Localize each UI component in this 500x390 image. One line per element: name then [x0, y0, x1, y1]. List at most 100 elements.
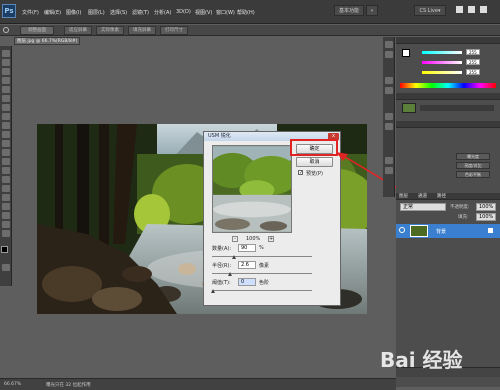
tab-channels[interactable]: 通道 — [418, 193, 427, 200]
gradient-tool-icon[interactable] — [2, 149, 10, 156]
healing-tool-icon[interactable] — [2, 104, 10, 111]
actions-panel-icon[interactable] — [385, 51, 393, 58]
zoom-out-button[interactable]: - — [232, 236, 238, 242]
blue-slider[interactable] — [422, 71, 462, 74]
masks-panel-header[interactable] — [396, 121, 500, 128]
preview-checkbox[interactable]: ✓ — [298, 170, 303, 176]
close-icon[interactable] — [480, 6, 487, 13]
dialog-preview-image[interactable] — [212, 145, 292, 233]
exposure-button[interactable]: 曝光度 — [456, 153, 490, 160]
history-panel-icon[interactable] — [385, 41, 393, 48]
crop-tool-icon[interactable] — [2, 86, 10, 93]
workspace-menu-icon[interactable]: » — [366, 5, 378, 16]
red-slider[interactable] — [422, 51, 462, 54]
eraser-tool-icon[interactable] — [2, 140, 10, 147]
eyedropper-tool-icon[interactable] — [2, 95, 10, 102]
menu-select[interactable]: 选择(S) — [110, 9, 127, 16]
foreground-color-swatch[interactable] — [1, 246, 8, 253]
opacity-label: 不透明度: — [450, 205, 470, 210]
color-panel-header[interactable] — [396, 37, 500, 44]
green-slider[interactable] — [422, 61, 462, 64]
menu-3d[interactable]: 3D(D) — [176, 9, 191, 15]
history-brush-tool-icon[interactable] — [2, 131, 10, 138]
zoom-level[interactable]: 66.67% — [4, 382, 21, 387]
menu-filter[interactable]: 滤镜(T) — [132, 9, 149, 16]
dodge-tool-icon[interactable] — [2, 167, 10, 174]
color-balance-button[interactable]: 色彩平衡 — [456, 171, 490, 178]
resize-windows-checkbox[interactable]: 调整画面 — [20, 26, 54, 35]
adjustments-panel-header[interactable] — [396, 93, 500, 100]
pen-tool-icon[interactable] — [2, 176, 10, 183]
preview-checkbox-label: 预览(P) — [306, 171, 323, 177]
red-value-input[interactable]: 255 — [466, 49, 480, 55]
blur-tool-icon[interactable] — [2, 158, 10, 165]
options-bar: 调整画面 适应屏幕 实际像素 填充屏幕 打印尺寸 — [0, 25, 500, 36]
document-tab[interactable]: 图层.jpg @ 66.7%(RGB/8#) — [14, 37, 80, 45]
menu-analysis[interactable]: 分析(A) — [154, 9, 171, 16]
threshold-input[interactable]: 0 — [238, 278, 256, 286]
menu-view[interactable]: 视图(V) — [195, 9, 212, 16]
menu-layer[interactable]: 图层(L) — [88, 9, 105, 16]
zoom-tool-icon[interactable] — [2, 230, 10, 237]
minimize-icon[interactable] — [456, 6, 463, 13]
zoom-in-button[interactable]: + — [268, 236, 274, 242]
tab-paths[interactable]: 路径 — [437, 193, 446, 200]
lasso-tool-icon[interactable] — [2, 68, 10, 75]
blend-mode-select[interactable]: 正常 — [400, 203, 446, 211]
radius-slider[interactable] — [212, 273, 312, 274]
brush-tool-icon[interactable] — [2, 113, 10, 120]
shape-tool-icon[interactable] — [2, 203, 10, 210]
adjustment-preset-row[interactable] — [420, 105, 494, 111]
clone-source-panel-icon[interactable] — [385, 123, 393, 130]
fit-screen-button[interactable]: 适应屏幕 — [64, 26, 92, 35]
color-spectrum-bar[interactable] — [400, 83, 496, 88]
tab-layers[interactable]: 图层 — [399, 193, 408, 200]
type-tool-icon[interactable] — [2, 185, 10, 192]
menu-edit[interactable]: 编辑(E) — [44, 9, 61, 16]
hand-tool-icon[interactable] — [2, 221, 10, 228]
amount-input[interactable]: 90 — [238, 244, 256, 252]
quick-select-tool-icon[interactable] — [2, 77, 10, 84]
color-swatch[interactable] — [402, 49, 410, 57]
brightness-contrast-button[interactable]: 亮度/对比 — [456, 162, 490, 169]
layer-visibility-eye-icon[interactable] — [399, 227, 405, 233]
opacity-input[interactable]: 100% — [476, 203, 496, 211]
cancel-button[interactable]: 取消 — [296, 157, 333, 167]
amount-label: 数量(A): — [212, 246, 232, 252]
maximize-icon[interactable] — [468, 6, 475, 13]
layer-row-background[interactable]: 背景 — [396, 224, 500, 238]
green-value-input[interactable]: 255 — [466, 59, 480, 65]
threshold-slider[interactable] — [212, 290, 312, 291]
fill-input[interactable]: 100% — [476, 213, 496, 221]
stamp-tool-icon[interactable] — [2, 122, 10, 129]
radius-input[interactable]: 2.6 — [238, 261, 256, 269]
menu-image[interactable]: 图像(I) — [66, 9, 81, 16]
unsharp-mask-dialog: USM 锐化 x - 100% + 确定 取消 ✓ 预览(P) 数量(A): 9… — [203, 131, 341, 306]
menu-help[interactable]: 帮助(H) — [237, 9, 255, 16]
marquee-tool-icon[interactable] — [2, 59, 10, 66]
notes-panel-icon[interactable] — [385, 167, 393, 174]
actual-pixels-button[interactable]: 实际像素 — [96, 26, 124, 35]
brush-panel-icon[interactable] — [385, 113, 393, 120]
path-select-tool-icon[interactable] — [2, 194, 10, 201]
document-info[interactable]: 曝光只在 32 位起作用 — [46, 382, 91, 388]
paragraph-panel-icon[interactable] — [385, 87, 393, 94]
menu-bar: Ps 文件(F) 编辑(E) 图像(I) 图层(L) 选择(S) 滤镜(T) 分… — [0, 0, 500, 24]
menu-file[interactable]: 文件(F) — [22, 9, 39, 16]
character-panel-icon[interactable] — [385, 77, 393, 84]
tool-presets-panel-icon[interactable] — [385, 157, 393, 164]
3d-rotate-tool-icon[interactable] — [2, 212, 10, 219]
menu-window[interactable]: 窗口(W) — [216, 9, 235, 16]
fill-screen-button[interactable]: 填充屏幕 — [128, 26, 156, 35]
adjustment-preset-thumbnail[interactable] — [402, 103, 416, 113]
essentials-workspace-button[interactable]: 基本功能 — [334, 5, 364, 16]
cs-live-button[interactable]: CS Live▾ — [414, 5, 446, 16]
layer-name: 背景 — [436, 229, 447, 235]
fill-label: 填充: — [458, 215, 469, 220]
quick-mask-icon[interactable] — [2, 264, 10, 271]
amount-slider[interactable] — [212, 256, 312, 257]
threshold-label: 阈值(T): — [212, 280, 231, 286]
move-tool-icon[interactable] — [2, 50, 10, 57]
print-size-button[interactable]: 打印尺寸 — [160, 26, 188, 35]
blue-value-input[interactable]: 255 — [466, 69, 480, 75]
